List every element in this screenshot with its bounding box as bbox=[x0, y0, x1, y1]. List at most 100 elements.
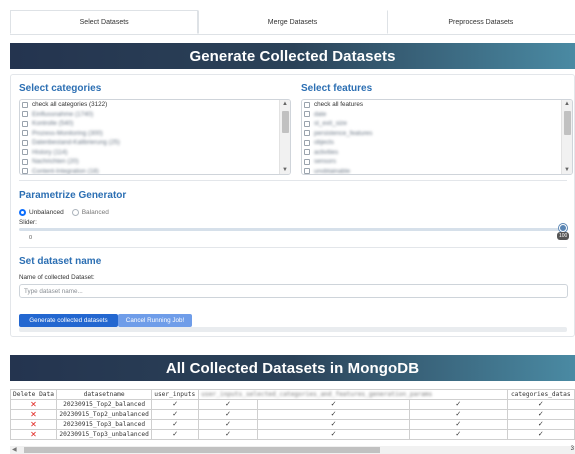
checkbox[interactable] bbox=[304, 101, 310, 108]
features-title: Select features bbox=[301, 83, 373, 94]
check-icon: ✓ bbox=[198, 428, 258, 440]
column-header[interactable]: categories_datas bbox=[506, 389, 575, 400]
check-icon: ✓ bbox=[409, 408, 508, 420]
table-row: ✕ 20230915_Top3_balanced ✓ ✓ ✓ ✓ ✓ bbox=[10, 418, 575, 430]
categories-listbox[interactable]: check all categories (3122) Einflussnahm… bbox=[19, 99, 291, 175]
checkbox[interactable] bbox=[304, 120, 310, 127]
feature-item[interactable]: objects bbox=[302, 138, 572, 148]
tab-select-datasets[interactable]: Select Datasets bbox=[10, 10, 199, 34]
radio-balanced-label[interactable]: Balanced bbox=[82, 209, 109, 216]
checkbox[interactable] bbox=[22, 130, 28, 137]
check-icon: ✓ bbox=[198, 408, 258, 420]
category-item[interactable]: History (114) bbox=[20, 148, 290, 158]
feature-item[interactable]: unobtainable bbox=[302, 167, 572, 174]
table-horizontal-scrollbar[interactable]: ◀ 3 bbox=[10, 446, 575, 454]
feature-item[interactable]: sensors bbox=[302, 157, 572, 167]
delete-icon[interactable]: ✕ bbox=[10, 418, 57, 430]
scroll-thumb[interactable] bbox=[282, 111, 289, 133]
check-icon: ✓ bbox=[198, 398, 258, 410]
column-header[interactable]: user_inputs bbox=[151, 389, 200, 400]
feature-item[interactable]: st_exit_size bbox=[302, 119, 572, 129]
dataset-name-input[interactable] bbox=[19, 284, 568, 298]
scroll-thumb[interactable] bbox=[564, 111, 571, 135]
scroll-down-icon[interactable]: ▼ bbox=[562, 167, 572, 173]
column-header[interactable]: user_inputs_selected_categories_and_feat… bbox=[198, 389, 508, 400]
tab-merge-datasets[interactable]: Merge Datasets bbox=[198, 10, 386, 34]
cancel-job-button[interactable]: Cancel Running Job! bbox=[118, 314, 192, 327]
feature-item[interactable]: persistence_features bbox=[302, 129, 572, 139]
checkbox[interactable] bbox=[304, 139, 310, 146]
check-icon: ✓ bbox=[409, 418, 508, 430]
scroll-down-icon[interactable]: ▼ bbox=[280, 167, 290, 173]
category-item[interactable]: Kontrolle (540) bbox=[20, 119, 290, 129]
dataset-name-cell: 20230915_Top3_balanced bbox=[55, 418, 153, 430]
divider bbox=[19, 180, 567, 181]
generate-datasets-button[interactable]: Generate collected datasets bbox=[19, 314, 118, 327]
radio-unbalanced[interactable] bbox=[19, 209, 26, 216]
page-title-banner: Generate Collected Datasets bbox=[10, 43, 575, 69]
column-header[interactable]: datasetname bbox=[55, 389, 153, 400]
slider-handle[interactable] bbox=[559, 224, 567, 232]
scroll-left-icon[interactable]: ◀ bbox=[12, 446, 17, 453]
slider-track[interactable] bbox=[19, 228, 561, 231]
column-header[interactable]: Delete Data bbox=[10, 389, 57, 400]
table-header-row: Delete Data datasetname user_inputs user… bbox=[10, 389, 575, 400]
feature-item[interactable]: activities bbox=[302, 148, 572, 158]
checkbox[interactable] bbox=[304, 168, 310, 174]
generator-title: Parametrize Generator bbox=[19, 190, 127, 201]
checkbox[interactable] bbox=[22, 158, 28, 165]
check-icon: ✓ bbox=[198, 418, 258, 430]
scroll-up-icon[interactable]: ▲ bbox=[562, 101, 572, 107]
scroll-indicator: 3 bbox=[570, 446, 574, 452]
radio-balanced[interactable] bbox=[71, 209, 79, 216]
checkbox[interactable] bbox=[304, 111, 310, 118]
feature-item[interactable]: date bbox=[302, 110, 572, 120]
categories-title: Select categories bbox=[19, 83, 102, 94]
features-listbox[interactable]: check all features date st_exit_size per… bbox=[301, 99, 573, 175]
check-icon: ✓ bbox=[151, 408, 200, 420]
delete-icon[interactable]: ✕ bbox=[10, 408, 57, 420]
collected-title-banner: All Collected Datasets in MongoDB bbox=[10, 355, 575, 381]
dataset-name-cell: 20230915_Top3_unbalanced bbox=[55, 428, 153, 440]
category-item[interactable]: Einflussnahme (1740) bbox=[20, 110, 290, 120]
category-item[interactable]: Content-Integration (18) bbox=[20, 167, 290, 174]
scroll-thumb[interactable] bbox=[24, 447, 380, 453]
check-all-features[interactable]: check all features bbox=[302, 100, 572, 110]
delete-icon[interactable]: ✕ bbox=[10, 398, 57, 410]
slider-min-value: 0 bbox=[29, 235, 33, 241]
checkbox[interactable] bbox=[304, 149, 310, 156]
delete-icon[interactable]: ✕ bbox=[10, 428, 57, 440]
checkbox[interactable] bbox=[22, 111, 28, 118]
check-icon: ✓ bbox=[151, 398, 200, 410]
checkbox[interactable] bbox=[22, 101, 28, 108]
slider-max-badge: 100 bbox=[557, 232, 570, 240]
check-icon: ✓ bbox=[506, 428, 575, 440]
table-row: ✕ 20230915_Top2_balanced ✓ ✓ ✓ ✓ ✓ bbox=[10, 398, 575, 410]
check-icon: ✓ bbox=[256, 428, 411, 440]
features-scrollbar[interactable]: ▲ ▼ bbox=[561, 100, 572, 174]
slider-label: Slider: bbox=[19, 219, 37, 226]
checkbox[interactable] bbox=[304, 158, 310, 165]
check-icon: ✓ bbox=[151, 428, 200, 440]
check-icon: ✓ bbox=[256, 398, 411, 410]
checkbox[interactable] bbox=[22, 120, 28, 127]
checkbox[interactable] bbox=[22, 168, 28, 174]
divider bbox=[19, 247, 567, 248]
radio-unbalanced-label[interactable]: Unbalanced bbox=[29, 209, 64, 216]
checkbox[interactable] bbox=[22, 149, 28, 156]
category-item[interactable]: Datenbestand-Kalibrierung (25) bbox=[20, 138, 290, 148]
category-item[interactable]: Prozess-Monitoring (300) bbox=[20, 129, 290, 139]
generator-panel: Select categories Select features check … bbox=[10, 74, 575, 337]
checkbox[interactable] bbox=[304, 130, 310, 137]
checkbox[interactable] bbox=[22, 139, 28, 146]
category-item[interactable]: Nachrichten (20) bbox=[20, 157, 290, 167]
check-all-categories[interactable]: check all categories (3122) bbox=[20, 100, 290, 110]
check-icon: ✓ bbox=[409, 428, 508, 440]
check-icon: ✓ bbox=[151, 418, 200, 430]
check-icon: ✓ bbox=[256, 418, 411, 430]
dataset-name-title: Set dataset name bbox=[19, 256, 102, 267]
table-row: ✕ 20230915_Top3_unbalanced ✓ ✓ ✓ ✓ ✓ bbox=[10, 428, 575, 440]
tab-preprocess-datasets[interactable]: Preprocess Datasets bbox=[386, 10, 575, 34]
scroll-up-icon[interactable]: ▲ bbox=[280, 101, 290, 107]
categories-scrollbar[interactable]: ▲ ▼ bbox=[279, 100, 290, 174]
